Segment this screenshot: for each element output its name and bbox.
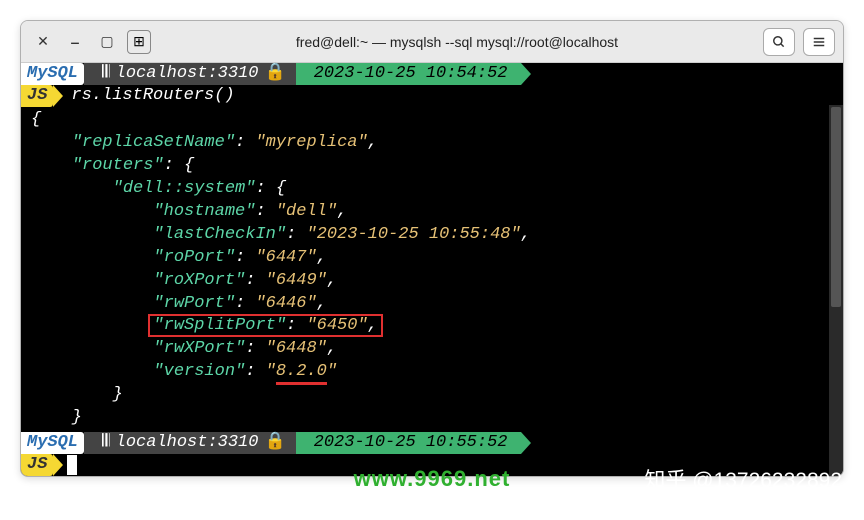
database-icon: 𝄃𝄃: [102, 63, 110, 86]
maximize-icon[interactable]: ▢: [99, 34, 115, 50]
terminal-body[interactable]: MySQL 𝄃𝄃 localhost:3310 🔒 2023-10-25 10:…: [21, 63, 843, 476]
database-icon: 𝄃𝄃: [102, 432, 110, 455]
terminal-window: ✕ ‒ ▢ ⊞ fred@dell:~ — mysqlsh --sql mysq…: [20, 20, 844, 477]
highlighted-line: "rwSplitPort": "6450",: [148, 314, 382, 337]
json-value: "6447": [255, 248, 316, 267]
host-badge: 𝄃𝄃 localhost:3310 🔒: [84, 63, 296, 85]
host-text: localhost:3310: [116, 63, 259, 86]
titlebar: ✕ ‒ ▢ ⊞ fred@dell:~ — mysqlsh --sql mysq…: [21, 21, 843, 63]
new-tab-button[interactable]: ⊞: [127, 30, 151, 54]
window-controls: ✕ ‒ ▢: [29, 34, 115, 50]
mysql-badge: MySQL: [21, 63, 84, 85]
lock-icon: 🔒: [264, 432, 285, 455]
brace: {: [31, 110, 41, 129]
json-value: "6446": [255, 294, 316, 313]
json-key: "rwXPort": [153, 339, 245, 358]
menu-icon[interactable]: [803, 28, 835, 56]
prompt-line-2: MySQL 𝄃𝄃 localhost:3310 🔒 2023-10-25 10:…: [21, 432, 843, 454]
lock-icon: 🔒: [264, 63, 285, 86]
command-text: rs.listRouters(): [53, 85, 234, 108]
watermark-text: www.9969.net: [354, 466, 511, 492]
json-value: "8.2.0": [266, 362, 337, 385]
json-value: "6450": [306, 316, 367, 335]
mysql-badge: MySQL: [21, 432, 84, 454]
json-key: "roPort": [153, 248, 235, 267]
scroll-thumb[interactable]: [831, 107, 841, 307]
json-key: "version": [153, 362, 245, 381]
search-icon[interactable]: [763, 28, 795, 56]
json-key: "routers": [72, 156, 164, 175]
brace-close: }: [31, 408, 82, 427]
host-text: localhost:3310: [116, 432, 259, 455]
json-value: "dell": [276, 202, 337, 221]
attribution-text: 知乎 @13726232892: [644, 464, 842, 494]
minimize-icon[interactable]: ‒: [67, 34, 83, 50]
window-title: fred@dell:~ — mysqlsh --sql mysql://root…: [163, 34, 751, 50]
cursor: [67, 455, 77, 475]
js-badge: JS: [21, 85, 53, 107]
titlebar-right: [763, 28, 835, 56]
js-prompt-line: JS rs.listRouters(): [21, 85, 843, 107]
prompt-line-1: MySQL 𝄃𝄃 localhost:3310 🔒 2023-10-25 10:…: [21, 63, 843, 85]
json-value: "myreplica": [255, 133, 367, 152]
json-key: "dell::system": [113, 179, 256, 198]
json-key: "rwPort": [153, 294, 235, 313]
json-value: "2023-10-25 10:55:48": [306, 225, 520, 244]
js-badge: JS: [21, 454, 53, 476]
json-key: "hostname": [153, 202, 255, 221]
scrollbar[interactable]: [829, 105, 843, 476]
output-block: { "replicaSetName": "myreplica", "router…: [21, 107, 843, 432]
json-key: "replicaSetName": [72, 133, 235, 152]
json-value: "6448": [266, 339, 327, 358]
json-key: "roXPort": [153, 271, 245, 290]
json-value: "6449": [266, 271, 327, 290]
time-badge: 2023-10-25 10:54:52: [296, 63, 522, 85]
json-key: "rwSplitPort": [153, 316, 286, 335]
close-icon[interactable]: ✕: [35, 34, 51, 50]
json-key: "lastCheckIn": [153, 225, 286, 244]
underlined-version: 8.2.0: [276, 362, 327, 385]
time-badge: 2023-10-25 10:55:52: [296, 432, 522, 454]
host-badge: 𝄃𝄃 localhost:3310 🔒: [84, 432, 296, 454]
brace-close: }: [31, 385, 123, 404]
